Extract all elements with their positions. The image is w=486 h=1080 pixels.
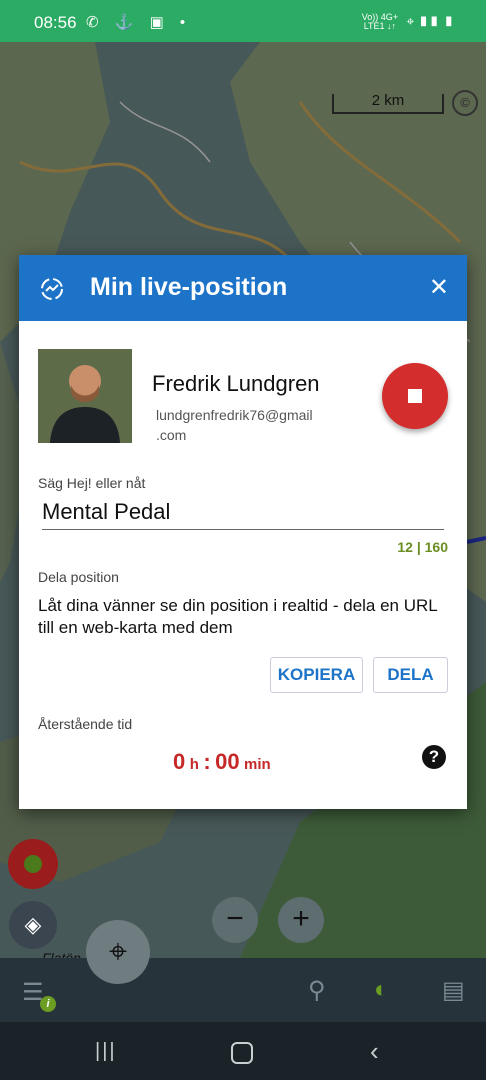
remaining-time-value: 0 h : 00 min [173,749,271,775]
user-name: Fredrik Lundgren [152,371,320,396]
zoom-in-button[interactable]: + [278,897,324,943]
network-bottom-label: LTE1 ↓↑ [363,21,397,31]
character-counter: 12 | 160 [397,539,448,555]
record-dot-icon [24,855,42,873]
info-badge-icon: i [40,996,56,1012]
remaining-hours-unit: h [189,756,199,773]
map-scale-bar: 2 km [332,93,444,114]
dialog-header: Min live-position ✕ [19,255,467,321]
help-icon[interactable]: ? [422,745,446,769]
system-status-icons: ⌖ ▮▮ ▮ [406,13,454,29]
dialog-title: Min live-position [90,273,288,301]
live-position-dialog: Min live-position ✕ Fredrik Lundgren lun… [19,255,467,809]
user-email: lundgrenfredrik76@gmail .com [156,405,356,445]
back-icon[interactable]: ‹ [370,1036,379,1067]
remaining-hours: 0 [173,749,186,774]
home-icon[interactable] [231,1042,253,1064]
locate-me-button[interactable]: ⌖ [86,920,150,984]
record-track-button[interactable] [8,839,58,889]
share-button[interactable]: DELA [373,657,448,693]
stop-icon [408,389,422,403]
user-email-line2: .com [156,427,187,443]
remaining-minutes-unit: min [244,756,271,773]
avatar [38,349,132,443]
system-nav-bar: ||| ‹ [0,1022,486,1080]
close-icon[interactable]: ✕ [429,273,449,302]
phone-add-icon[interactable]: ▤ [442,976,465,1005]
bottom-app-bar: ☰ i ⚲ ◐ ▤ [0,958,486,1022]
status-bar: 08:56 ✆ ⚓ ▣ • Vo)) 4G+ LTE1 ↓↑ ⌖ ▮▮ ▮ [0,0,486,42]
live-tracking-icon [41,278,63,300]
user-email-line1: lundgrenfredrik76@gmail [156,407,313,423]
status-time: 08:56 [34,13,77,32]
stop-sharing-button[interactable] [382,363,448,429]
notification-icons: ✆ ⚓ ▣ • [86,14,192,31]
remaining-minutes: 00 [215,749,240,774]
share-position-label: Dela position [38,569,119,585]
recent-apps-icon[interactable]: ||| [95,1040,117,1063]
network-indicator: Vo)) 4G+ LTE1 ↓↑ [362,13,398,31]
remaining-separator: : [203,749,211,774]
satellite-icon[interactable]: ◐ [374,976,389,1004]
message-input[interactable]: Mental Pedal [42,499,444,530]
zoom-out-button[interactable]: − [212,897,258,943]
share-description: Låt dina vänner se din position i realti… [38,596,438,637]
remaining-time-label: Återstående tid [38,716,133,732]
avatar-photo [38,349,132,443]
message-label: Säg Hej! eller nåt [38,475,146,491]
copy-button[interactable]: KOPIERA [270,657,363,693]
copyright-icon[interactable]: © [452,90,478,116]
search-icon[interactable]: ⚲ [308,976,326,1005]
layers-button[interactable]: ◈ [9,901,57,949]
